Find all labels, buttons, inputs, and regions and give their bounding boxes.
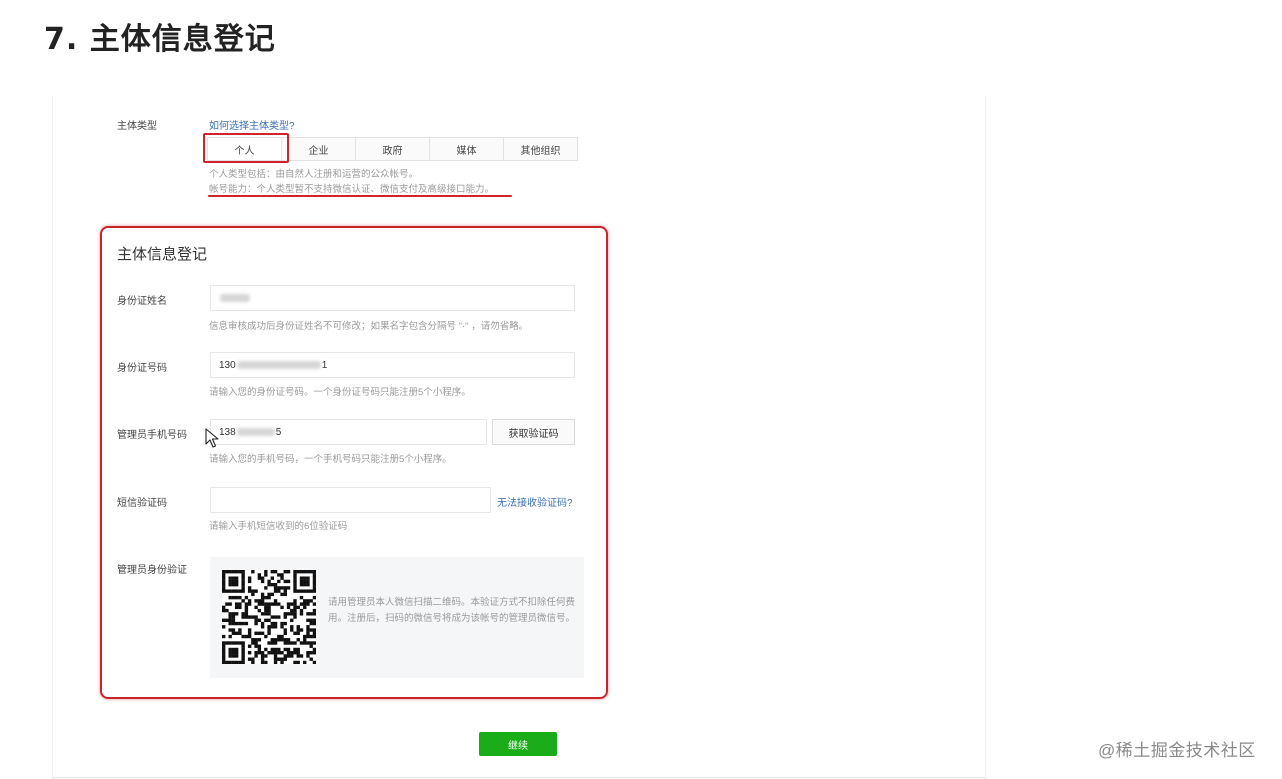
article-heading: 7. 主体信息登记 bbox=[44, 22, 276, 57]
phone-suffix: 5 bbox=[275, 426, 282, 438]
id-number-prefix: 130 bbox=[219, 359, 236, 371]
phone-input[interactable]: 138 5 bbox=[210, 419, 487, 445]
section-title: 主体信息登记 bbox=[117, 246, 208, 263]
subject-type-description: 个人类型包括：由自然人注册和运营的公众帐号。 bbox=[209, 169, 419, 180]
subject-type-tabs: 个人 企业 政府 媒体 其他组织 bbox=[207, 137, 578, 161]
watermark: @稀土掘金技术社区 bbox=[1098, 741, 1256, 760]
qr-code-image bbox=[222, 570, 317, 665]
qr-verify-panel: 请用管理员本人微信扫描二维码。本验证方式不扣除任何费用。注册后，扫码的微信号将成… bbox=[210, 557, 584, 678]
tab-media[interactable]: 媒体 bbox=[430, 138, 504, 160]
subject-type-help-link[interactable]: 如何选择主体类型? bbox=[209, 117, 295, 132]
qr-description: 请用管理员本人微信扫描二维码。本验证方式不扣除任何费用。注册后，扫码的微信号将成… bbox=[328, 597, 576, 624]
redacted-phone-digits bbox=[236, 428, 275, 436]
id-number-hint: 请输入您的身份证号码。一个身份证号码只能注册5个小程序。 bbox=[209, 387, 471, 398]
continue-button[interactable]: 继续 bbox=[479, 732, 557, 756]
mouse-cursor-icon bbox=[205, 428, 219, 448]
phone-prefix: 138 bbox=[219, 426, 236, 438]
sms-code-hint: 请输入手机短信收到的6位验证码 bbox=[209, 521, 348, 532]
id-number-input[interactable]: 130 1 bbox=[210, 352, 575, 378]
redacted-name bbox=[220, 294, 250, 302]
tab-individual[interactable]: 个人 bbox=[208, 138, 282, 160]
admin-verify-label: 管理员身份验证 bbox=[117, 565, 187, 576]
sms-code-input[interactable] bbox=[210, 487, 491, 513]
tab-enterprise[interactable]: 企业 bbox=[282, 138, 356, 160]
phone-label: 管理员手机号码 bbox=[117, 430, 187, 441]
id-number-label: 身份证号码 bbox=[117, 363, 167, 374]
subject-type-label: 主体类型 bbox=[117, 121, 157, 132]
id-name-label: 身份证姓名 bbox=[117, 296, 167, 307]
tab-government[interactable]: 政府 bbox=[356, 138, 430, 160]
get-code-button[interactable]: 获取验证码 bbox=[492, 419, 575, 445]
card-bottom-border bbox=[52, 777, 986, 778]
id-number-suffix: 1 bbox=[321, 359, 328, 371]
id-name-input[interactable] bbox=[210, 285, 575, 311]
phone-hint: 请输入您的手机号码，一个手机号码只能注册5个小程序。 bbox=[209, 454, 452, 465]
tab-other-org[interactable]: 其他组织 bbox=[504, 138, 577, 160]
sms-code-label: 短信验证码 bbox=[117, 498, 167, 509]
id-name-hint: 信息审核成功后身份证姓名不可修改；如果名字包含分隔号 "·" ，请勿省略。 bbox=[209, 321, 529, 332]
qr-code-icon bbox=[222, 570, 317, 665]
account-capability-note: 帐号能力：个人类型暂不支持微信认证、微信支付及高级接口能力。 bbox=[209, 184, 495, 195]
redacted-id-digits bbox=[236, 361, 321, 369]
cant-receive-code-link[interactable]: 无法接收验证码? bbox=[497, 494, 573, 509]
highlight-underline bbox=[208, 195, 512, 197]
